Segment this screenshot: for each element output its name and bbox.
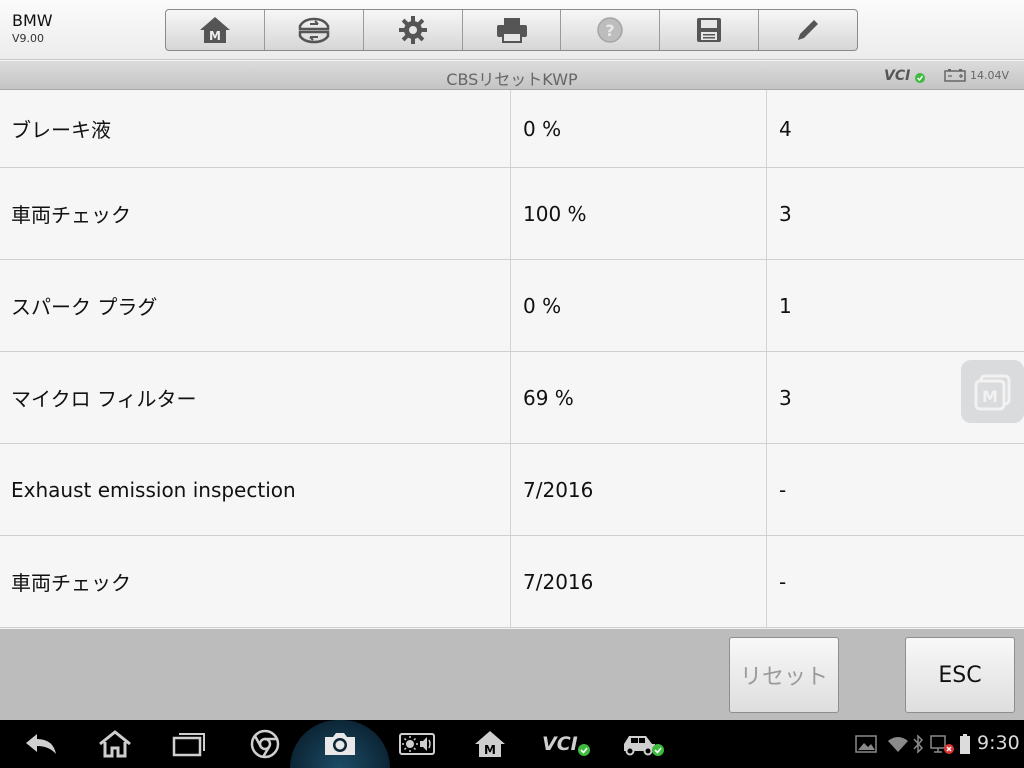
- service-status: 7/2016: [510, 444, 766, 535]
- table-row[interactable]: マイクロ フィルター 69 % 3: [0, 352, 1024, 444]
- settings-button[interactable]: [364, 10, 463, 50]
- service-status: 100 %: [510, 168, 766, 259]
- printer-icon: [496, 18, 527, 43]
- service-count: -: [766, 444, 1024, 535]
- bluetooth-icon: [913, 734, 924, 754]
- recent-apps-button[interactable]: [164, 720, 214, 768]
- esc-button[interactable]: ESC: [905, 637, 1015, 713]
- action-bar: リセット ESC: [0, 629, 1024, 720]
- service-status: 7/2016: [510, 536, 766, 627]
- network-error-status: [928, 720, 956, 768]
- image-icon: [855, 735, 877, 753]
- svg-text:M: M: [484, 743, 496, 757]
- service-status: 0 %: [510, 260, 766, 351]
- service-name: 車両チェック: [11, 571, 131, 595]
- svg-text:?: ?: [606, 21, 615, 40]
- back-arrow-icon: [26, 734, 56, 754]
- page-title: CBSリセットKWP: [446, 70, 578, 89]
- m-app-button[interactable]: M: [465, 720, 515, 768]
- battery-status-bar: [956, 720, 974, 768]
- app-version: V9.00: [12, 32, 45, 45]
- table-row[interactable]: Exhaust emission inspection 7/2016 -: [0, 444, 1024, 536]
- print-button[interactable]: [463, 10, 562, 50]
- reset-button[interactable]: リセット: [729, 637, 839, 713]
- home-icon: [99, 730, 131, 758]
- home-m-nav-icon: M: [475, 731, 505, 757]
- help-icon: ?: [597, 17, 624, 43]
- title-bar: CBSリセットKWP VCI 14.04V: [0, 61, 1024, 90]
- floating-m-button[interactable]: M: [961, 360, 1024, 423]
- vci-status: VCI: [884, 67, 928, 89]
- camera-icon: [325, 733, 355, 755]
- recent-apps-icon: [172, 733, 205, 757]
- table-row[interactable]: 車両チェック 7/2016 -: [0, 536, 1024, 628]
- chrome-app-button[interactable]: [240, 720, 290, 768]
- pencil-icon: [798, 20, 819, 40]
- service-count: 3: [766, 168, 1024, 259]
- camera-app-button[interactable]: [315, 720, 365, 768]
- network-error-icon: [930, 735, 954, 754]
- app-name: BMW: [12, 11, 53, 30]
- service-count: 4: [766, 90, 1024, 167]
- vci-connected-icon: VCI: [884, 68, 925, 84]
- system-clock: 9:30: [977, 732, 1020, 754]
- bluetooth-status: [910, 720, 926, 768]
- gallery-notification: [852, 720, 880, 768]
- car-check-icon: [624, 736, 664, 756]
- car-battery-icon: [944, 69, 966, 82]
- brightness-volume-icon: [399, 733, 435, 755]
- back-button[interactable]: [16, 720, 66, 768]
- home-button[interactable]: M: [166, 10, 265, 50]
- save-icon: [697, 18, 722, 42]
- service-name: スパーク プラグ: [11, 295, 158, 319]
- wifi-icon: [888, 737, 908, 752]
- vci-app-button[interactable]: VCI: [538, 720, 594, 768]
- service-status: 0 %: [510, 90, 766, 167]
- svg-text:M: M: [982, 387, 998, 406]
- vci-nav-icon: VCI: [542, 733, 590, 756]
- vehicle-swap-icon: [298, 17, 330, 44]
- main-toolbar: M ?: [165, 9, 858, 51]
- vci-label: VCI: [884, 68, 910, 84]
- wifi-status: [886, 720, 910, 768]
- home-nav-button[interactable]: [90, 720, 140, 768]
- vehicle-swap-button[interactable]: [265, 10, 364, 50]
- service-count: -: [766, 536, 1024, 627]
- vehicle-app-button[interactable]: [617, 720, 667, 768]
- chrome-icon: [250, 729, 280, 759]
- floating-m-icon: M: [974, 374, 1010, 410]
- service-name: マイクロ フィルター: [11, 387, 197, 411]
- service-count: 1: [766, 260, 1024, 351]
- svg-text:M: M: [209, 29, 221, 43]
- battery-status: 14.04V: [944, 68, 1009, 82]
- cbs-table: ブレーキ液 0 % 4 車両チェック 100 % 3 スパーク プラグ 0 % …: [0, 90, 1024, 628]
- service-status: 69 %: [510, 352, 766, 443]
- save-button[interactable]: [660, 10, 760, 50]
- system-nav-bar: M VCI 9:30: [0, 720, 1024, 768]
- voltage-readout: 14.04V: [970, 68, 1010, 82]
- top-bar: BMW V9.00 M ?: [0, 0, 1024, 60]
- table-row[interactable]: 車両チェック 100 % 3: [0, 168, 1024, 260]
- service-name: ブレーキ液: [11, 118, 111, 142]
- vci-nav-label: VCI: [542, 733, 578, 755]
- app-brand: BMW V9.00: [12, 11, 53, 45]
- service-name: Exhaust emission inspection: [11, 477, 296, 502]
- battery-icon: [960, 734, 970, 754]
- gear-icon: [398, 16, 427, 44]
- display-settings-button[interactable]: [392, 720, 442, 768]
- edit-button[interactable]: [759, 10, 857, 50]
- home-m-icon: M: [199, 17, 230, 43]
- service-name: 車両チェック: [11, 203, 131, 227]
- help-button[interactable]: ?: [561, 10, 661, 50]
- table-row[interactable]: スパーク プラグ 0 % 1: [0, 260, 1024, 352]
- table-row[interactable]: ブレーキ液 0 % 4: [0, 90, 1024, 168]
